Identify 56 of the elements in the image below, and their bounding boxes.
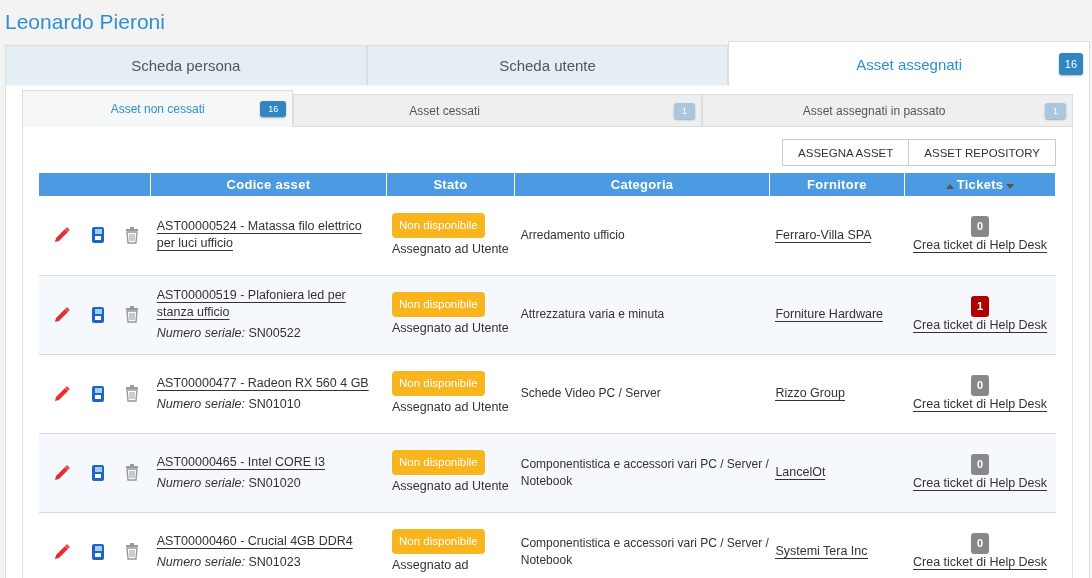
ticket-link[interactable]: Crea ticket di Help Desk: [913, 317, 1048, 333]
subtab[interactable]: Asset assegnati in passato 1: [701, 94, 1073, 127]
category-text: Schede Video PC / Server: [520, 385, 661, 402]
count-badge: 1: [673, 102, 695, 119]
supplier-link[interactable]: LancelOt: [775, 465, 826, 480]
status-note: Assegnato ad Utente: [392, 399, 509, 416]
supplier-link[interactable]: Forniture Hardware: [775, 307, 884, 322]
ticket-count: 0: [971, 216, 990, 238]
serial-number: Numero seriale: SN01010: [156, 395, 302, 413]
supplier-link[interactable]: Ferraro-Villa SPA: [775, 227, 872, 243]
serial-number: Numero seriale: SN01020: [156, 474, 302, 492]
ticket-link[interactable]: Crea ticket di Help Desk: [913, 238, 1048, 254]
category-text: Attrezzatura varia e minuta: [520, 306, 665, 323]
subtab[interactable]: Asset cessati 1: [293, 94, 702, 127]
asset-link[interactable]: AST00000519 - Plafoniera led per stanza ufficio: [156, 287, 380, 321]
tab[interactable]: Scheda utente: [366, 45, 729, 85]
serial-number: Numero seriale: SN00522: [156, 325, 302, 342]
count-badge: 16: [1058, 53, 1083, 75]
status-badge: Non disponibile: [392, 529, 485, 554]
category-text: Arredamento ufficio: [520, 226, 625, 244]
status-badge: Non disponibile: [392, 292, 485, 317]
column-header: Codice asset: [150, 173, 386, 196]
status-badge: Non disponibile: [392, 212, 485, 238]
status-badge: Non disponibile: [392, 450, 485, 475]
tab[interactable]: Scheda persona: [5, 45, 367, 85]
status-note: Assegnato ad Utente: [392, 478, 509, 495]
ticket-count: 0: [971, 532, 990, 554]
count-badge: 1: [1044, 102, 1066, 119]
asset-link[interactable]: AST00000477 - Radeon RX 560 4 GB: [156, 374, 369, 392]
count-badge: 16: [260, 101, 287, 117]
ticket-count: 1: [971, 295, 990, 317]
action-button[interactable]: ASSEGNA ASSET: [782, 139, 910, 166]
asset-link[interactable]: AST00000460 - Crucial 4GB DDR4: [156, 532, 353, 550]
status-badge: Non disponibile: [392, 371, 485, 396]
subtab[interactable]: Asset non cessati 16: [22, 90, 294, 127]
ticket-count: 0: [971, 453, 990, 475]
category-text: Componentistica e accessori vari PC / Server / Notebook: [520, 534, 770, 569]
ticket-link[interactable]: Crea ticket di Help Desk: [913, 475, 1048, 491]
category-text: Componentistica e accessori vari PC / Server / Notebook: [520, 455, 770, 490]
tab[interactable]: Asset assegnati 16: [728, 41, 1090, 86]
serial-number: Numero seriale: SN01023: [156, 553, 302, 571]
asset-link[interactable]: AST00000465 - Intel CORE I3: [156, 453, 325, 471]
column-header: Fornitore: [769, 173, 905, 196]
asset-link[interactable]: AST00000524 - Matassa filo elettrico per luci ufficio: [156, 218, 380, 253]
supplier-link[interactable]: Rizzo Group: [775, 386, 845, 401]
ticket-count: 0: [971, 374, 990, 396]
action-button[interactable]: ASSET REPOSITORY: [908, 139, 1056, 166]
status-note: Assegnato ad: [392, 557, 470, 574]
column-header: Stato: [386, 173, 515, 196]
supplier-link[interactable]: Systemi Tera Inc: [775, 544, 868, 559]
page-title: Leonardo Pieroni: [5, 10, 165, 34]
column-header: Categoria: [514, 173, 770, 196]
ticket-link[interactable]: Crea ticket di Help Desk: [913, 554, 1048, 570]
status-note: Assegnato ad Utente: [392, 320, 509, 337]
ticket-link[interactable]: Crea ticket di Help Desk: [913, 396, 1048, 412]
status-note: Assegnato ad Utente: [392, 240, 509, 258]
